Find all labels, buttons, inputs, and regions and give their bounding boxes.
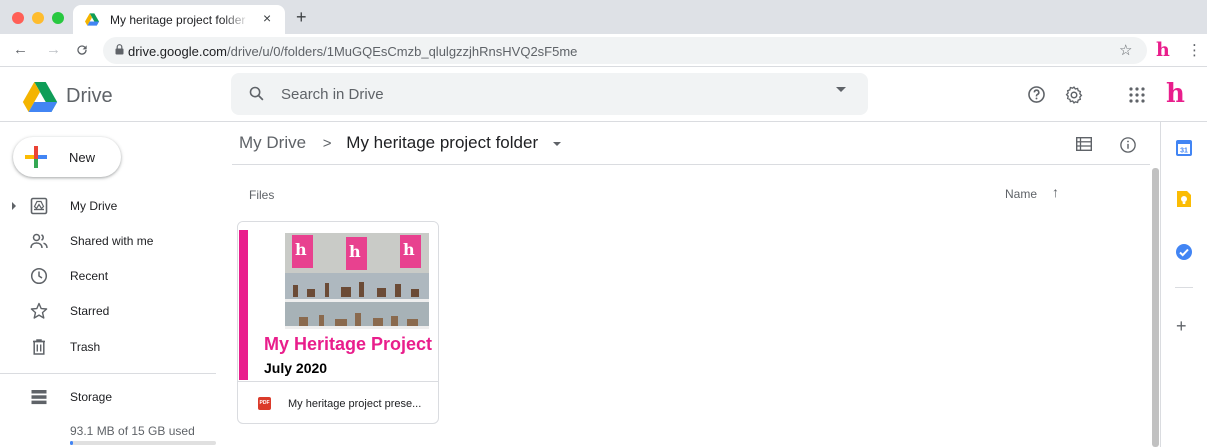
drive-favicon-icon — [85, 13, 99, 26]
files-section-heading: Files — [249, 188, 275, 202]
sidebar-item-label: Recent — [70, 269, 109, 283]
thumbnail-date: July 2020 — [264, 360, 328, 376]
account-avatar[interactable]: h — [1166, 79, 1185, 109]
window-zoom-button[interactable] — [52, 12, 64, 24]
app-title[interactable]: Drive — [66, 85, 113, 108]
sidebar-item-my-drive[interactable]: My Drive — [0, 190, 230, 222]
sort-direction-arrow-icon[interactable]: ↑ — [1052, 184, 1059, 200]
storage-progress-fill — [70, 441, 73, 445]
storage-progress-bar — [70, 441, 216, 445]
window-minimize-button[interactable] — [32, 12, 44, 24]
sidebar-item-storage[interactable]: Storage — [0, 381, 230, 413]
people-icon — [30, 233, 48, 249]
search-options-icon[interactable] — [836, 87, 846, 92]
forward-arrow-icon[interactable]: → — [46, 41, 61, 58]
get-addons-plus-icon[interactable]: + — [1176, 316, 1187, 337]
sidebar-item-starred[interactable]: Starred — [0, 295, 230, 327]
breadcrumb-root[interactable]: My Drive — [239, 133, 306, 152]
search-bar[interactable]: Search in Drive — [231, 73, 868, 115]
thumbnail-accent-bar — [239, 230, 248, 380]
browser-toolbar: ← → drive.google.com/drive/u/0/folders/1… — [0, 34, 1207, 67]
tab-close-icon[interactable]: × — [263, 10, 271, 26]
back-arrow-icon[interactable]: ← — [13, 41, 28, 58]
drive-header: Drive Search in Drive h — [0, 67, 1207, 122]
help-icon[interactable] — [1027, 85, 1046, 104]
sidebar-item-label: Shared with me — [70, 234, 154, 248]
pdf-file-icon: PDF — [258, 397, 271, 410]
rail-divider — [1175, 287, 1193, 288]
plus-icon — [25, 146, 47, 168]
new-button-label: New — [69, 150, 96, 165]
tab-title: My heritage project folder - Google Driv… — [110, 13, 250, 27]
reload-icon[interactable] — [75, 43, 89, 57]
expand-caret-icon[interactable] — [12, 202, 16, 210]
extension-h-icon[interactable]: h — [1156, 39, 1170, 61]
info-icon[interactable] — [1119, 136, 1137, 154]
thumbnail-logo-letter: h — [349, 242, 361, 261]
thumbnail-logo-letter: h — [295, 240, 307, 259]
sidebar-item-label: Storage — [70, 390, 113, 404]
sidebar-divider — [0, 373, 216, 374]
my-drive-icon — [30, 197, 48, 215]
calendar-icon[interactable]: 31 — [1175, 139, 1193, 157]
sidebar-item-trash[interactable]: Trash — [0, 331, 230, 363]
main-divider — [232, 164, 1150, 165]
breadcrumb-current-folder[interactable]: My heritage project folder — [346, 133, 538, 152]
sidebar-item-label: My Drive — [70, 199, 118, 213]
settings-gear-icon[interactable] — [1064, 85, 1084, 105]
new-tab-button[interactable]: + — [296, 7, 307, 28]
side-panel-rail: 31 + — [1160, 122, 1207, 447]
url-text: drive.google.com/drive/u/0/folders/1MuGQ… — [128, 44, 578, 59]
drive-logo-icon[interactable] — [22, 82, 58, 112]
thumbnail-title: My Heritage Project — [264, 334, 433, 354]
browser-tab-bar: My heritage project folder - Google Driv… — [0, 0, 1207, 34]
sidebar-item-recent[interactable]: Recent — [0, 260, 230, 292]
file-thumbnail: h h h My Heritage Project July 2020 — [238, 222, 438, 382]
new-button[interactable]: New — [13, 137, 121, 177]
calendar-day: 31 — [1180, 148, 1188, 155]
clock-icon — [30, 267, 48, 285]
sidebar-item-label: Starred — [70, 304, 110, 318]
file-card[interactable]: h h h My Heritage Project July 2020 PDF — [237, 221, 439, 424]
sidebar-item-shared-with-me[interactable]: Shared with me — [0, 225, 230, 257]
window-close-button[interactable] — [12, 12, 24, 24]
browser-tab[interactable]: My heritage project folder - Google Driv… — [73, 5, 285, 34]
trash-icon — [33, 339, 45, 355]
browser-menu-icon[interactable]: ⋮ — [1187, 41, 1202, 59]
folder-menu-chevron-icon[interactable] — [552, 141, 561, 146]
storage-used-text: 93.1 MB of 15 GB used — [70, 424, 195, 438]
breadcrumb-separator: > — [322, 135, 332, 152]
keep-icon[interactable] — [1175, 190, 1193, 208]
tasks-icon[interactable] — [1175, 243, 1193, 261]
bookmark-star-icon[interactable]: ☆ — [1119, 41, 1132, 59]
breadcrumb: My Drive > My heritage project folder — [239, 133, 561, 153]
sidebar-item-label: Trash — [70, 340, 101, 354]
search-icon[interactable] — [248, 85, 265, 102]
thumbnail-logo-letter: h — [403, 240, 415, 259]
file-name[interactable]: My heritage project prese... — [288, 398, 421, 410]
lock-icon — [115, 44, 124, 55]
address-bar[interactable]: drive.google.com/drive/u/0/folders/1MuGQ… — [103, 37, 1147, 64]
thumbnail-photo: h h h — [285, 233, 429, 329]
apps-grid-icon[interactable] — [1129, 87, 1145, 103]
search-input[interactable]: Search in Drive — [281, 86, 384, 103]
sort-by-name-button[interactable]: Name — [1005, 187, 1037, 201]
list-view-icon[interactable] — [1076, 137, 1092, 151]
storage-icon — [31, 390, 47, 405]
scrollbar[interactable] — [1152, 168, 1159, 447]
star-icon — [30, 302, 48, 319]
